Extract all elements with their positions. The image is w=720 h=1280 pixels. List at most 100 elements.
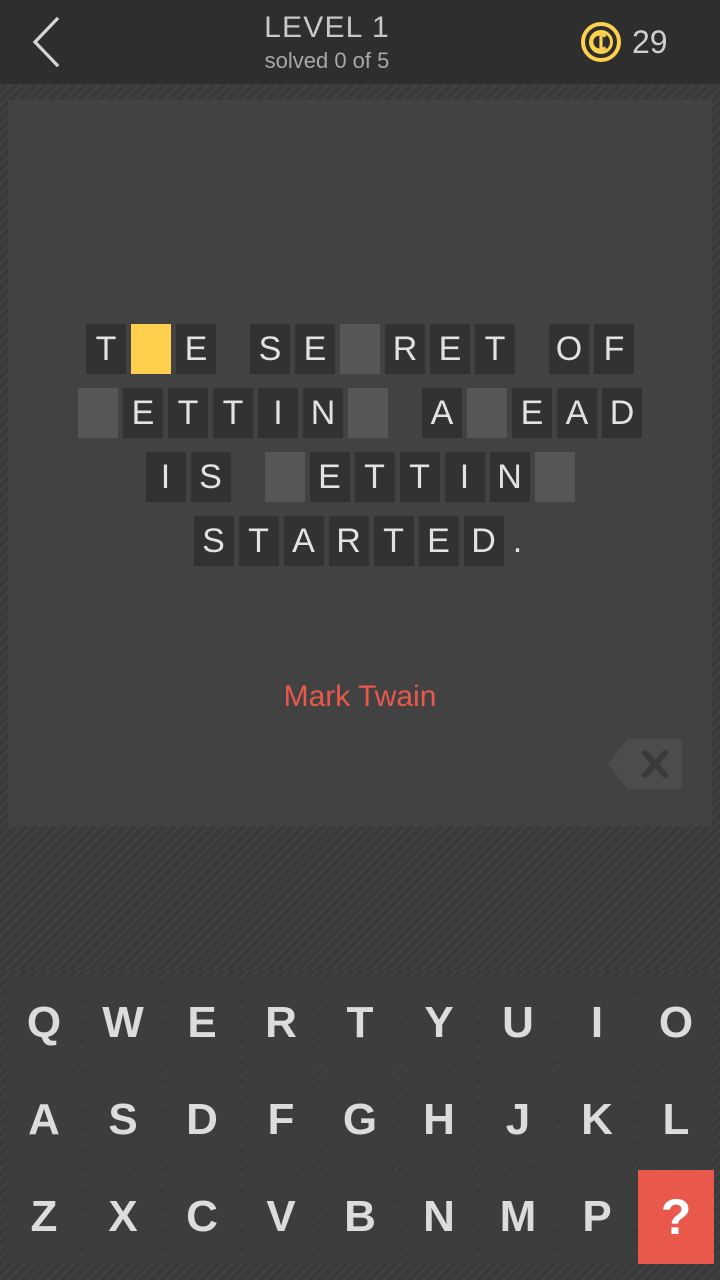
key-d[interactable]: D: [164, 1073, 240, 1167]
quote-word: SERET: [250, 324, 515, 374]
quote-tile-filled[interactable]: A: [422, 388, 462, 438]
quote-tile-filled[interactable]: A: [557, 388, 597, 438]
quote-word: ETTIN: [78, 388, 388, 438]
quote-tile-filled[interactable]: E: [123, 388, 163, 438]
key-f[interactable]: F: [243, 1073, 319, 1167]
key-i[interactable]: I: [559, 976, 635, 1070]
quote-tile-filled[interactable]: E: [309, 452, 350, 502]
keyboard-row: Z X C V B N M P?: [2, 1170, 718, 1264]
key-b[interactable]: B: [322, 1170, 398, 1264]
key-a[interactable]: A: [6, 1073, 82, 1167]
coin-count-label: 29: [632, 23, 668, 60]
quote-author-label: Mark Twain: [283, 680, 437, 713]
keyboard-row: QWERTYUIO: [2, 976, 718, 1070]
quote-word: ETTIN: [264, 452, 575, 502]
quote-tile-filled[interactable]: I: [444, 452, 485, 502]
quote-word: STARTED.: [193, 516, 527, 566]
quote-row: STARTED.: [8, 514, 712, 568]
page-title: LEVEL 1: [264, 10, 390, 44]
quote-word: OF: [549, 324, 634, 374]
key-x[interactable]: X: [85, 1170, 161, 1264]
app-root: LEVEL 1 solved 0 of 5 29 TESERETOFETTINA…: [0, 0, 720, 1280]
keyboard-row: ASDFGHJKL: [2, 1073, 718, 1167]
quote-tile-blank[interactable]: [340, 324, 380, 374]
backspace-delete-icon: [608, 739, 682, 789]
key-t[interactable]: T: [322, 976, 398, 1070]
quote-word: AEAD: [422, 388, 642, 438]
quote-tile-filled[interactable]: I: [145, 452, 186, 502]
quote-tile-filled[interactable]: D: [602, 388, 642, 438]
quote-tile-filled[interactable]: R: [385, 324, 425, 374]
quote-tile-filled[interactable]: T: [168, 388, 208, 438]
quote-tile-filled[interactable]: S: [193, 516, 234, 566]
on-screen-keyboard: Q W E R T Y U I O A S D F G H J K L Z X C V B N M P?: [0, 970, 720, 1280]
quote-tile-filled[interactable]: E: [176, 324, 216, 374]
quote-tile-blank[interactable]: [467, 388, 507, 438]
coin-balance[interactable]: 29: [580, 0, 720, 84]
quote-row: TESERETOF: [8, 322, 712, 376]
quote-tile-filled[interactable]: F: [594, 324, 634, 374]
key-n[interactable]: N: [401, 1170, 477, 1264]
key-q[interactable]: Q: [6, 976, 82, 1070]
quote-word: IS: [145, 452, 231, 502]
quote-tile-filled[interactable]: S: [190, 452, 231, 502]
key-o[interactable]: O: [638, 976, 714, 1070]
quote-tile-filled[interactable]: R: [328, 516, 369, 566]
quote-punctuation: .: [512, 522, 523, 560]
quote-tile-filled[interactable]: T: [213, 388, 253, 438]
quote-tile-active[interactable]: [131, 324, 171, 374]
key-g[interactable]: G: [322, 1073, 398, 1167]
header-title-block: LEVEL 1 solved 0 of 5: [74, 10, 580, 73]
key-c[interactable]: C: [164, 1170, 240, 1264]
quote-tile-blank[interactable]: [264, 452, 305, 502]
quote-tile-filled[interactable]: T: [354, 452, 395, 502]
key-j[interactable]: J: [480, 1073, 556, 1167]
key-m[interactable]: M: [480, 1170, 556, 1264]
puzzle-panel: TESERETOFETTINAEADISETTINSTARTED. Mark T…: [8, 100, 712, 826]
quote-tile-filled[interactable]: N: [303, 388, 343, 438]
key-w[interactable]: W: [85, 976, 161, 1070]
hint-key[interactable]: ?: [638, 1170, 714, 1264]
header-bar: LEVEL 1 solved 0 of 5 29: [0, 0, 720, 84]
key-s[interactable]: S: [85, 1073, 161, 1167]
quote-tile-filled[interactable]: E: [418, 516, 459, 566]
quote-grid[interactable]: TESERETOFETTINAEADISETTINSTARTED.: [8, 100, 712, 578]
puzzle-panel-backdrop: TESERETOFETTINAEADISETTINSTARTED. Mark T…: [0, 84, 720, 826]
key-r[interactable]: R: [243, 976, 319, 1070]
quote-tile-filled[interactable]: T: [399, 452, 440, 502]
chevron-left-icon: [32, 16, 60, 68]
key-u[interactable]: U: [480, 976, 556, 1070]
quote-row: ETTINAEAD: [8, 386, 712, 440]
quote-tile-filled[interactable]: D: [463, 516, 504, 566]
coin-icon: [581, 22, 621, 62]
quote-tile-filled[interactable]: T: [86, 324, 126, 374]
quote-tile-filled[interactable]: T: [373, 516, 414, 566]
key-k[interactable]: K: [559, 1073, 635, 1167]
quote-author: Mark Twain: [8, 680, 712, 714]
quote-tile-filled[interactable]: N: [489, 452, 530, 502]
key-y[interactable]: Y: [401, 976, 477, 1070]
key-h[interactable]: H: [401, 1073, 477, 1167]
quote-tile-blank[interactable]: [534, 452, 575, 502]
quote-tile-filled[interactable]: O: [549, 324, 589, 374]
quote-tile-filled[interactable]: E: [430, 324, 470, 374]
quote-tile-filled[interactable]: T: [238, 516, 279, 566]
spacer-strip: [0, 826, 720, 970]
quote-tile-filled[interactable]: I: [258, 388, 298, 438]
key-v[interactable]: V: [243, 1170, 319, 1264]
solved-progress-label: solved 0 of 5: [264, 47, 390, 73]
quote-word: TE: [86, 324, 216, 374]
key-e[interactable]: E: [164, 976, 240, 1070]
quote-tile-filled[interactable]: S: [250, 324, 290, 374]
quote-row: ISETTIN: [8, 450, 712, 504]
key-z[interactable]: Z: [6, 1170, 82, 1264]
key-l[interactable]: L: [638, 1073, 714, 1167]
quote-tile-filled[interactable]: A: [283, 516, 324, 566]
quote-tile-blank[interactable]: [348, 388, 388, 438]
quote-tile-filled[interactable]: E: [512, 388, 552, 438]
quote-tile-filled[interactable]: E: [295, 324, 335, 374]
quote-tile-blank[interactable]: [78, 388, 118, 438]
quote-tile-filled[interactable]: T: [475, 324, 515, 374]
key-p[interactable]: P: [559, 1170, 635, 1264]
backspace-button[interactable]: [606, 737, 684, 791]
